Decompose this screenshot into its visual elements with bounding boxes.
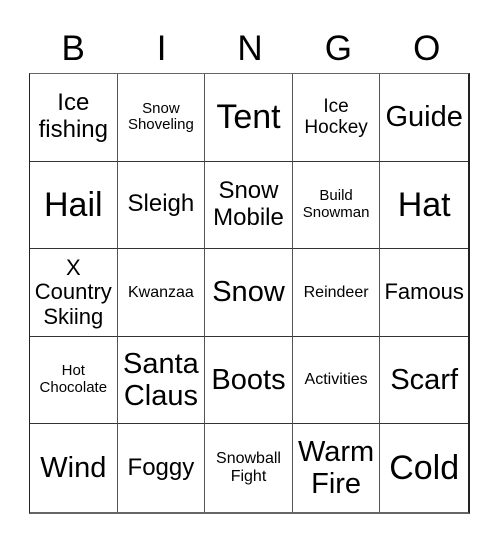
cell-text: Wind [40, 451, 107, 484]
bingo-cell[interactable]: Snow Mobile [205, 161, 293, 250]
bingo-cell[interactable]: Snow Shoveling [117, 74, 206, 162]
bingo-cell[interactable]: Hat [380, 162, 468, 250]
bingo-cell[interactable]: Famous [380, 249, 468, 337]
bingo-cell[interactable]: Boots [205, 336, 293, 425]
bingo-cell[interactable]: X Country Skiing [30, 249, 118, 337]
cell-text: Reindeer [303, 283, 369, 301]
header-letter-n: N [237, 29, 263, 68]
cell-text: Ice Hockey [304, 96, 368, 139]
bingo-cell[interactable]: Hail [30, 161, 118, 250]
cell-text: Cold [389, 449, 460, 488]
cell-text: Hail [44, 185, 103, 224]
header-letter-o: O [413, 29, 441, 68]
cell-text: Guide [385, 101, 463, 134]
bingo-cell[interactable]: Build Snowman [292, 161, 381, 250]
cell-text: X Country Skiing [34, 254, 112, 329]
cell-text: Famous [384, 279, 464, 305]
header-letter-g: G [324, 29, 352, 68]
cell-text: Warm Fire [297, 435, 375, 501]
bingo-cell[interactable]: Santa Claus [117, 336, 206, 425]
bingo-cell[interactable]: Ice Hockey [292, 74, 381, 162]
bingo-cell[interactable]: Wind [30, 424, 118, 512]
cell-text: Tent [216, 98, 281, 137]
bingo-cell[interactable]: Guide [380, 74, 468, 162]
cell-text: Snow Mobile [213, 177, 284, 231]
cell-text: Boots [211, 363, 286, 396]
bingo-header: B I N G O [29, 26, 471, 72]
cell-text: Snow [212, 276, 285, 309]
bingo-cell[interactable]: Tent [205, 74, 293, 162]
bingo-cell[interactable]: Ice fishing [30, 74, 118, 162]
bingo-cell[interactable]: Reindeer [292, 249, 381, 337]
bingo-cell[interactable]: Cold [380, 424, 468, 512]
cell-text: Activities [304, 371, 368, 389]
cell-text: Sleigh [127, 190, 195, 218]
cell-text: Ice fishing [38, 89, 108, 144]
cell-text: Santa Claus [122, 347, 199, 413]
cell-text: Build Snowman [302, 187, 370, 221]
cell-text: Snowball Fight [216, 450, 281, 486]
bingo-cell[interactable]: Hot Chocolate [30, 336, 118, 425]
cell-text: Foggy [127, 453, 195, 481]
bingo-cell[interactable]: Activities [292, 336, 381, 425]
cell-text: Hot Chocolate [39, 362, 108, 397]
header-letter-b: B [61, 29, 85, 68]
bingo-cell[interactable]: Sleigh [117, 161, 206, 250]
cell-text: Kwanzaa [127, 283, 194, 301]
bingo-grid: Ice fishing Snow Shoveling Tent Ice Hock… [29, 73, 470, 514]
bingo-cell[interactable]: Foggy [118, 424, 206, 512]
cell-text: Snow Shoveling [127, 99, 194, 134]
header-letter-i: I [156, 29, 167, 68]
bingo-cell[interactable]: Kwanzaa [117, 249, 206, 337]
cell-text: Hat [397, 185, 451, 224]
bingo-cell[interactable]: Scarf [380, 337, 468, 425]
bingo-cell[interactable]: Snow [205, 249, 293, 337]
cell-text: Scarf [390, 363, 459, 396]
bingo-cell[interactable]: Snowball Fight [205, 424, 293, 512]
bingo-cell[interactable]: Warm Fire [293, 424, 381, 512]
